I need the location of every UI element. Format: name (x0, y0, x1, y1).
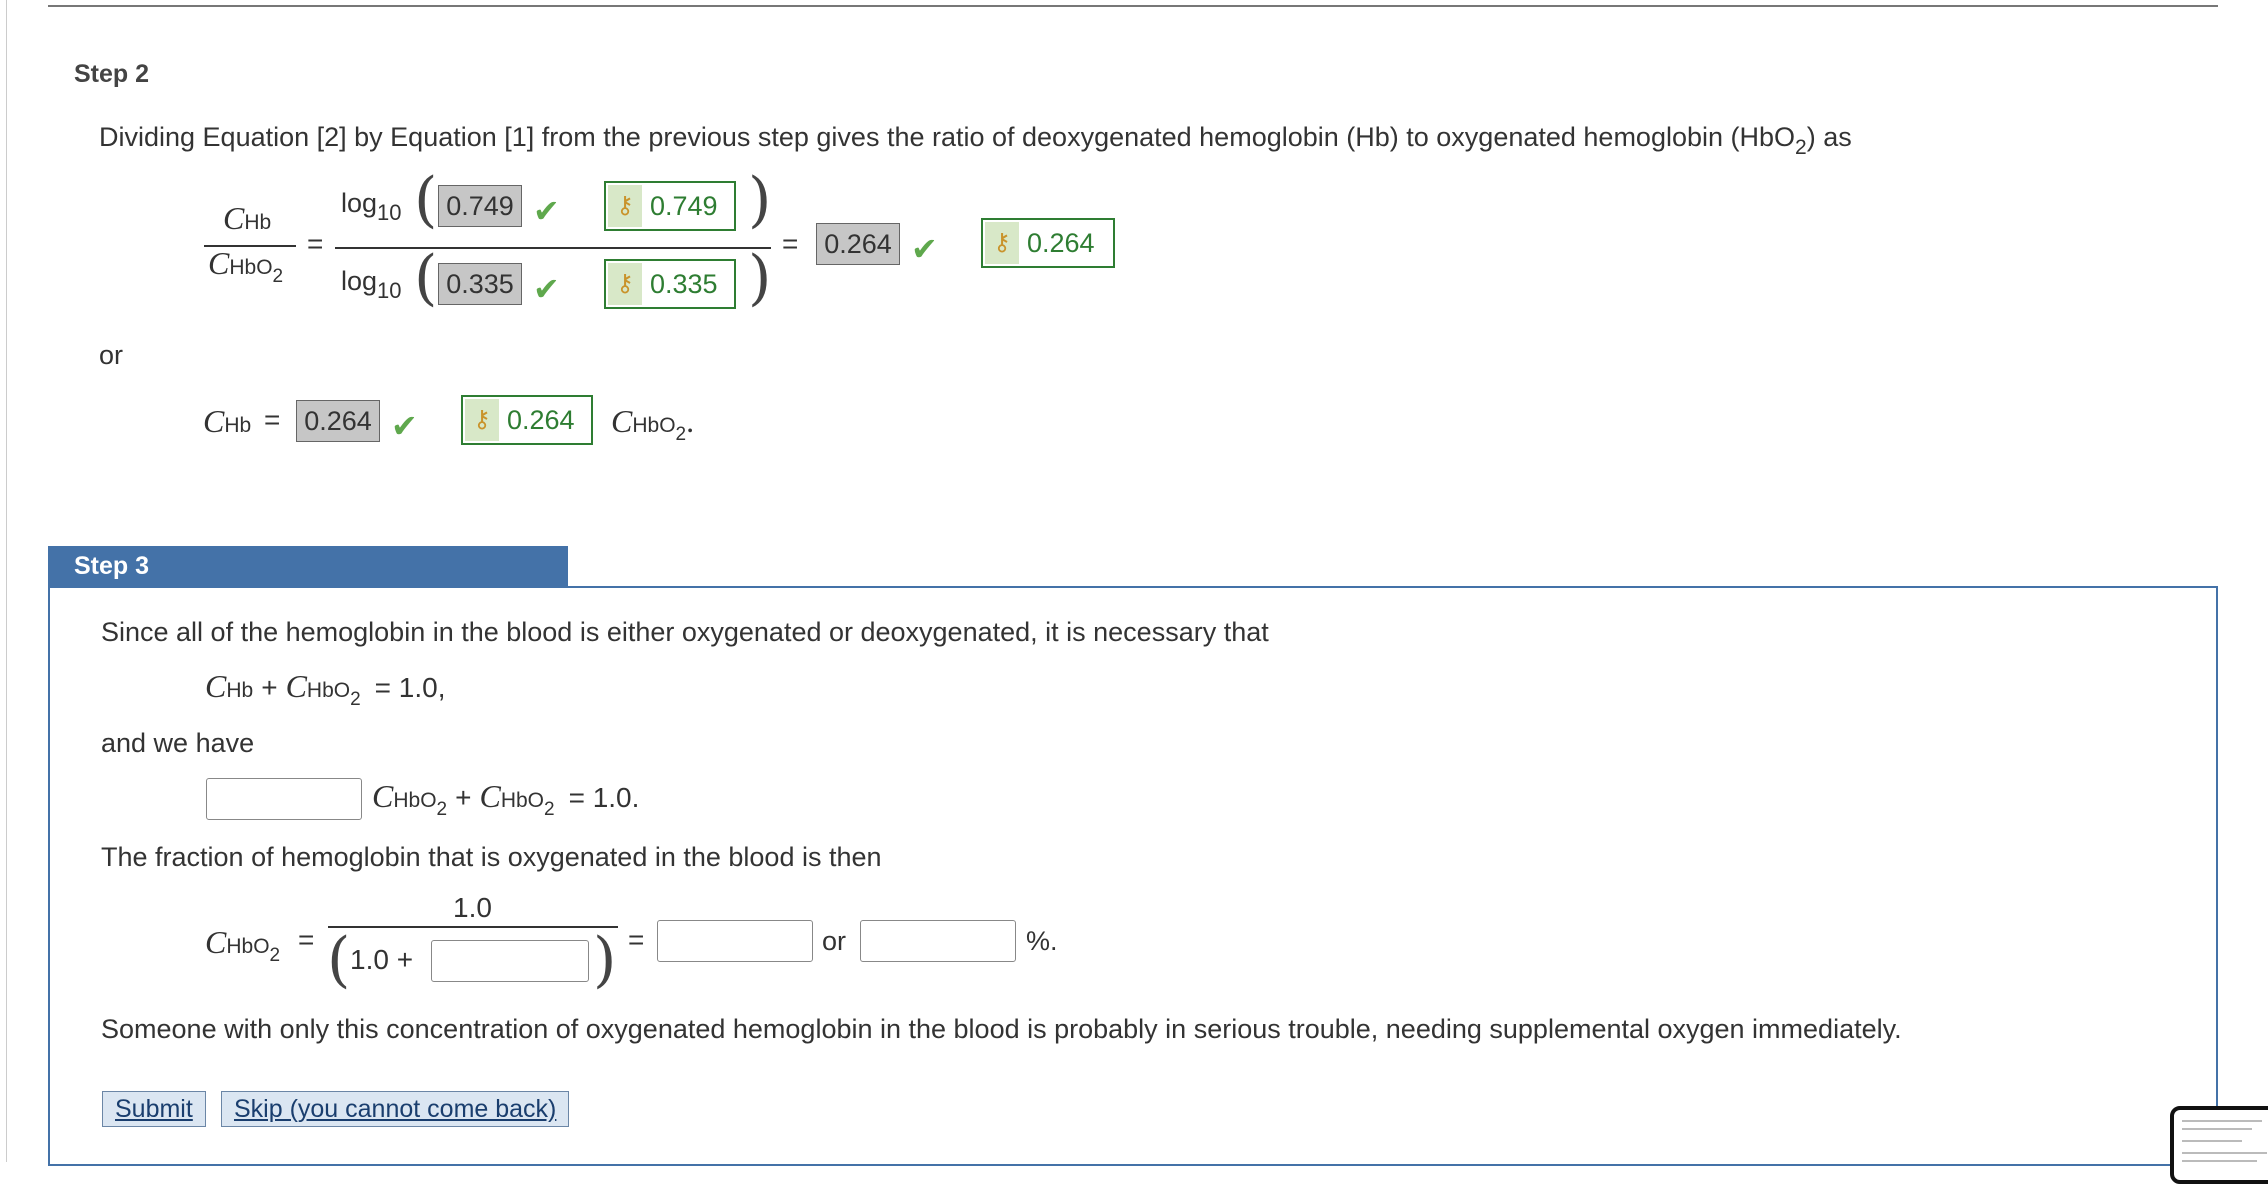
closing-text: Someone with only this concentration of … (101, 1014, 1902, 1044)
key-answer-ratio: ⚷ 0.264 (981, 218, 1115, 268)
step2-title: Step 2 (74, 60, 150, 88)
sum-equation: CHb + CHbO2 = 1.0, (205, 668, 446, 710)
key-value: 0.264 (1027, 228, 1095, 258)
answer-box-numerator: 0.749 (438, 185, 522, 227)
step2-intro: Dividing Equation [2] by Equation [1] fr… (99, 122, 1852, 159)
step3-header: Step 3 (48, 546, 568, 586)
key-value: 0.335 (650, 269, 718, 299)
equals-sign: = (307, 228, 324, 259)
paren-open-numerator: ( (414, 165, 438, 235)
coefficient-input[interactable] (206, 778, 362, 820)
key-answer-numerator: ⚷ 0.749 (604, 181, 736, 231)
step2-intro-subscript: 2 (1795, 136, 1807, 159)
key-icon: ⚷ (608, 263, 642, 305)
percent-sign: %. (1026, 926, 1058, 956)
key-answer-chb: ⚷ 0.264 (461, 395, 593, 445)
key-icon: ⚷ (985, 222, 1019, 264)
fraction-numerator: 1.0 (453, 892, 492, 923)
page-thumbnail[interactable] (2170, 1106, 2268, 1184)
checkmark-icon: ✔ (533, 271, 560, 307)
submit-button[interactable]: Submit (102, 1091, 206, 1127)
checkmark-icon: ✔ (911, 231, 938, 267)
ratio-denominator-chbo2: CHbO2 (208, 245, 284, 287)
or-label: or (822, 926, 847, 956)
top-divider (48, 5, 2218, 7)
skip-button[interactable]: Skip (you cannot come back) (221, 1091, 570, 1127)
log-denominator: log10 (341, 266, 402, 303)
checkmark-icon: ✔ (533, 193, 560, 229)
key-value: 0.264 (507, 405, 575, 435)
and-we-have: and we have (101, 728, 255, 758)
denominator-prefix: 1.0 + (350, 944, 414, 975)
chbo2-result-symbol: CHbO2 (205, 924, 281, 966)
checkmark-icon: ✔ (391, 408, 418, 444)
page-left-border (6, 0, 7, 1162)
log-fraction-line (335, 247, 771, 249)
paren-open-result: ( (327, 925, 351, 995)
fraction-text: The fraction of hemoglobin that is oxyge… (101, 842, 882, 872)
answer-box-ratio: 0.264 (816, 223, 900, 265)
log-numerator: log10 (341, 188, 402, 225)
equals-sign: = (264, 404, 281, 435)
denominator-term-input[interactable] (431, 940, 589, 982)
substituted-equation: CHbO2 + CHbO2 = 1.0. (372, 778, 640, 820)
or-label: or (99, 340, 124, 370)
paren-close-result: ) (593, 925, 617, 995)
paren-open-denominator: ( (414, 243, 438, 313)
result-fraction-line (328, 926, 618, 928)
fraction-value-input[interactable] (657, 920, 813, 962)
equals-sign: = (782, 228, 799, 259)
key-icon: ⚷ (465, 399, 499, 441)
key-icon: ⚷ (608, 185, 642, 227)
answer-box-denominator: 0.335 (438, 263, 522, 305)
key-value: 0.749 (650, 191, 718, 221)
paren-close-denominator: ) (748, 243, 772, 313)
answer-box-chb: 0.264 (296, 400, 380, 442)
key-answer-denominator: ⚷ 0.335 (604, 259, 736, 309)
chbo2-symbol: CHbO2. (611, 403, 695, 445)
ratio-numerator-chb: CHb (223, 200, 272, 236)
percent-value-input[interactable] (860, 920, 1016, 962)
equals-sign: = (298, 924, 315, 955)
equals-sign: = (628, 924, 645, 955)
step2-intro-end: ) as (1806, 122, 1852, 152)
step3-line1: Since all of the hemoglobin in the blood… (101, 617, 1269, 647)
paren-close-numerator: ) (748, 165, 772, 235)
chb-symbol: CHb (203, 403, 252, 439)
step2-intro-text: Dividing Equation [2] by Equation [1] fr… (99, 122, 1796, 152)
